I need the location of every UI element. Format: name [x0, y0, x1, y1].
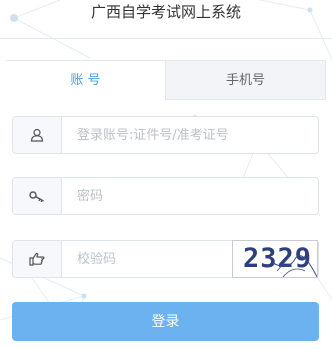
- captcha-noise: [272, 254, 317, 277]
- page-title: 广西自学考试网上系统: [90, 3, 241, 21]
- divider: [0, 38, 332, 39]
- login-button[interactable]: 登录: [12, 302, 319, 341]
- captcha-field: 2329: [12, 240, 319, 278]
- captcha-image[interactable]: 2329: [232, 240, 318, 278]
- tab-account[interactable]: 账 号: [6, 60, 165, 100]
- account-field: [12, 116, 319, 154]
- key-icon: [13, 178, 62, 214]
- tab-phone[interactable]: 手机号: [165, 60, 326, 100]
- network-background: [0, 0, 332, 339]
- password-field: [12, 177, 319, 215]
- account-input[interactable]: [63, 117, 317, 153]
- login-tabs: 账 号 手机号: [6, 60, 326, 100]
- user-icon: [13, 117, 62, 153]
- captcha-input[interactable]: [63, 241, 237, 277]
- password-input[interactable]: [63, 178, 317, 214]
- hand-pointer-icon: [13, 241, 62, 277]
